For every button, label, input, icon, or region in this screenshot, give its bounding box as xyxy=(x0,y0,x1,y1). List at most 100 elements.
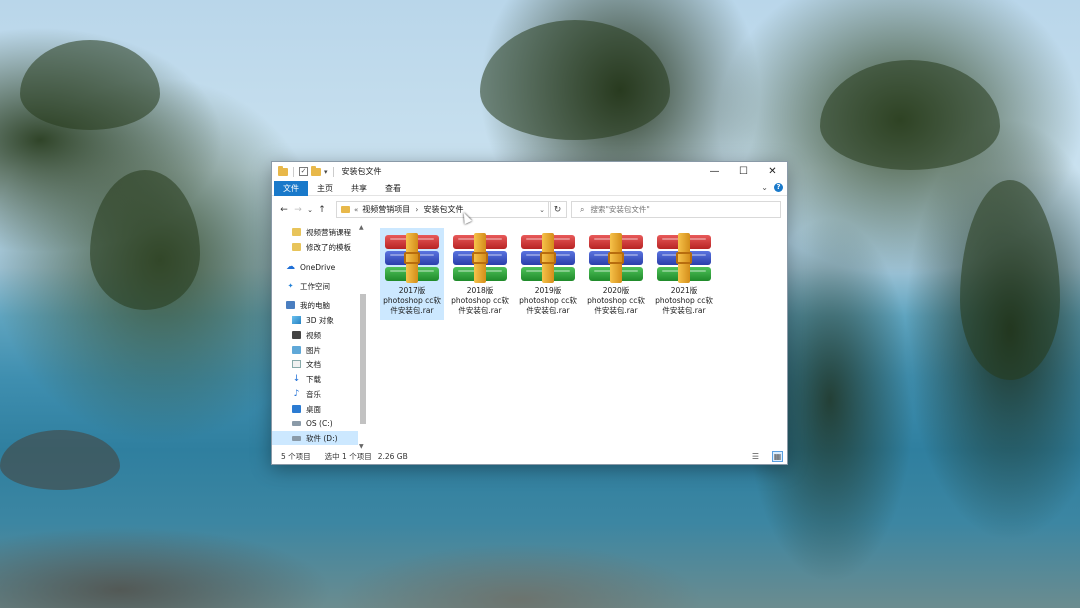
back-arrow-icon[interactable]: ← xyxy=(277,205,291,215)
address-dropdown-icon[interactable]: ⌄ xyxy=(539,206,545,214)
recent-locations-icon[interactable]: ⌄ xyxy=(305,206,315,214)
nav-scrollbar[interactable]: ▲ ▼ xyxy=(358,224,368,450)
search-icon: ⌕ xyxy=(580,204,585,214)
breadcrumb-separator[interactable]: › xyxy=(415,205,418,214)
title-bar[interactable]: ✓ ▾ 安装包文件 — ☐ ✕ xyxy=(272,162,787,181)
navigation-pane[interactable]: 视频营销课程 修改了的模板 ☁ OneDrive ✦ 工作空间 我的电脑 3D … xyxy=(272,224,369,450)
file-item[interactable]: 2017版 photoshop cc软 件安装包.rar xyxy=(380,228,444,320)
window-controls: — ☐ ✕ xyxy=(700,162,787,181)
scroll-up-icon[interactable]: ▲ xyxy=(359,224,364,231)
forward-arrow-icon[interactable]: → xyxy=(291,205,305,215)
nav-item-pictures[interactable]: 图片 xyxy=(272,343,358,357)
tab-share[interactable]: 共享 xyxy=(342,181,376,196)
scroll-thumb[interactable] xyxy=(360,294,366,424)
refresh-icon[interactable]: ↻ xyxy=(548,201,567,218)
address-bar[interactable]: « 视频营销项目 › 安装包文件 ⌄ xyxy=(336,201,551,218)
pictures-icon xyxy=(292,346,301,354)
nav-item-label: 软件 (D:) xyxy=(306,433,338,443)
nav-item-video-course[interactable]: 视频营销课程 xyxy=(272,225,358,239)
search-box[interactable]: ⌕ xyxy=(571,201,781,218)
nav-item-label: 修改了的模板 xyxy=(306,242,351,252)
file-item[interactable]: 2019版 photoshop cc软 件安装包.rar xyxy=(516,228,580,320)
quick-access-toolbar: ✓ ▾ xyxy=(272,165,336,177)
maximize-button[interactable]: ☐ xyxy=(729,162,758,181)
nav-item-label: 3D 对象 xyxy=(306,315,334,325)
nav-item-label: 图片 xyxy=(306,345,321,355)
cloud-icon: ☁ xyxy=(286,262,295,272)
nav-item-label: 下载 xyxy=(306,374,321,384)
nav-item-label: 视频营销课程 xyxy=(306,227,351,237)
help-icon[interactable]: ? xyxy=(774,183,783,192)
folder-icon xyxy=(292,228,301,236)
computer-icon xyxy=(286,301,295,309)
file-item[interactable]: 2021版 photoshop cc软 件安装包.rar xyxy=(652,228,716,320)
nav-item-videos[interactable]: 视频 xyxy=(272,328,358,342)
nav-item-this-pc[interactable]: 我的电脑 xyxy=(272,298,358,312)
nav-item-label: OneDrive xyxy=(300,262,336,272)
breadcrumb-item[interactable]: 视频营销项目 xyxy=(362,204,410,215)
nav-item-label: OS (C:) xyxy=(306,418,333,428)
file-item[interactable]: 2018版 photoshop cc软 件安装包.rar xyxy=(448,228,512,320)
properties-icon[interactable]: ✓ xyxy=(299,167,308,176)
address-row: ← → ⌄ ↑ « 视频营销项目 › 安装包文件 ⌄ ↻ ⌕ xyxy=(272,199,787,221)
nav-item-label: 桌面 xyxy=(306,404,321,414)
file-name: 2020版 photoshop cc软 件安装包.rar xyxy=(587,286,645,315)
nav-item-label: 音乐 xyxy=(306,389,321,399)
file-name: 2019版 photoshop cc软 件安装包.rar xyxy=(519,286,577,315)
nav-item-desktop[interactable]: 桌面 xyxy=(272,402,358,416)
winrar-archive-icon xyxy=(655,233,713,283)
nav-item-documents[interactable]: 文档 xyxy=(272,357,358,371)
tab-home[interactable]: 主页 xyxy=(308,181,342,196)
new-folder-icon[interactable] xyxy=(311,165,321,176)
file-explorer-window[interactable]: ✓ ▾ 安装包文件 — ☐ ✕ 文件 主页 共享 查看 ⌄ ? ← → ⌄ ↑ … xyxy=(271,161,788,465)
selection-size: 2.26 GB xyxy=(377,452,408,461)
nav-item-drive-c[interactable]: OS (C:) xyxy=(272,416,358,430)
minimize-button[interactable]: — xyxy=(700,162,729,181)
breadcrumb-overflow[interactable]: « xyxy=(354,206,358,214)
folder-icon xyxy=(278,165,288,176)
nav-item-onedrive[interactable]: ☁ OneDrive xyxy=(272,260,358,274)
breadcrumb-item[interactable]: 安装包文件 xyxy=(424,204,464,215)
ribbon-tabs: 文件 主页 共享 查看 ⌄ ? xyxy=(272,180,787,196)
file-name: 2021版 photoshop cc软 件安装包.rar xyxy=(655,286,713,315)
item-count: 5 个项目 xyxy=(281,452,311,461)
winrar-archive-icon xyxy=(451,233,509,283)
nav-item-modified-templates[interactable]: 修改了的模板 xyxy=(272,240,358,254)
customize-qat-icon[interactable]: ▾ xyxy=(324,168,328,176)
drive-icon xyxy=(292,435,301,441)
winrar-archive-icon xyxy=(519,233,577,283)
close-button[interactable]: ✕ xyxy=(758,162,787,181)
nav-item-downloads[interactable]: ↓ 下载 xyxy=(272,372,358,386)
nav-item-label: 文档 xyxy=(306,359,321,369)
desktop-icon xyxy=(292,405,301,413)
nav-item-label: 工作空间 xyxy=(300,281,330,291)
nav-item-label: 视频 xyxy=(306,330,321,340)
3d-objects-icon xyxy=(292,316,301,324)
selection-info: 选中 1 个项目 xyxy=(324,452,372,461)
window-title: 安装包文件 xyxy=(341,167,382,176)
file-list[interactable]: 2017版 photoshop cc软 件安装包.rar 2018版 photosho… xyxy=(371,224,787,450)
tab-view[interactable]: 查看 xyxy=(376,181,410,196)
winrar-archive-icon xyxy=(383,233,441,283)
file-name: 2017版 photoshop cc软 件安装包.rar xyxy=(383,286,441,315)
up-arrow-icon[interactable]: ↑ xyxy=(315,205,329,215)
winrar-archive-icon xyxy=(587,233,645,283)
nav-item-3d-objects[interactable]: 3D 对象 xyxy=(272,313,358,327)
file-item[interactable]: 2020版 photoshop cc软 件安装包.rar xyxy=(584,228,648,320)
star-icon: ✦ xyxy=(287,282,294,290)
videos-icon xyxy=(292,331,301,339)
nav-item-workspace[interactable]: ✦ 工作空间 xyxy=(272,279,358,293)
search-input[interactable] xyxy=(590,205,771,214)
documents-icon xyxy=(292,360,301,368)
nav-item-music[interactable]: ♪ 音乐 xyxy=(272,387,358,401)
drive-icon xyxy=(292,420,301,426)
expand-ribbon-icon[interactable]: ⌄ xyxy=(761,183,768,192)
nav-item-drive-d[interactable]: 软件 (D:) xyxy=(272,431,358,445)
tab-file[interactable]: 文件 xyxy=(274,180,308,196)
details-view-icon[interactable]: ☰ xyxy=(750,451,761,462)
large-icons-view-icon[interactable]: ▦ xyxy=(772,451,783,462)
downloads-icon: ↓ xyxy=(292,374,301,384)
nav-item-label: 我的电脑 xyxy=(300,300,330,310)
file-name: 2018版 photoshop cc软 件安装包.rar xyxy=(451,286,509,315)
status-bar: 5 个项目 选中 1 个项目 2.26 GB ☰ ▦ xyxy=(272,449,787,464)
